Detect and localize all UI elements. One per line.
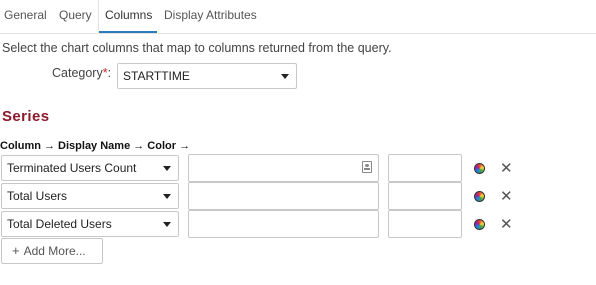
tab-bar: General Query Columns Display Attributes: [0, 0, 596, 34]
chevron-down-icon: [281, 74, 289, 79]
tab-columns[interactable]: Columns: [105, 8, 152, 22]
tab-divider: [98, 0, 99, 33]
series-heading: Series: [2, 108, 50, 125]
add-more-label: Add More...: [23, 244, 86, 258]
plus-icon: +: [12, 243, 20, 258]
active-tab-indicator: [99, 31, 157, 33]
display-name-input[interactable]: [188, 210, 379, 238]
category-select[interactable]: STARTTIME: [117, 63, 297, 89]
series-column-value: Total Users: [7, 189, 68, 203]
add-more-button[interactable]: + Add More...: [1, 238, 103, 264]
chevron-down-icon: [163, 166, 171, 171]
series-column-value: Terminated Users Count: [7, 161, 137, 175]
category-label-text: Category: [52, 66, 103, 80]
remove-row-icon[interactable]: ✕: [500, 217, 513, 232]
series-column-header: Column → Display Name → Color →: [0, 140, 191, 152]
remove-row-icon[interactable]: ✕: [500, 189, 513, 204]
tab-query[interactable]: Query: [59, 8, 92, 22]
series-column-select[interactable]: Terminated Users Count: [1, 155, 179, 181]
category-select-value: STARTTIME: [123, 69, 190, 83]
intro-text: Select the chart columns that map to col…: [2, 41, 392, 55]
display-name-input[interactable]: [188, 154, 379, 182]
color-picker-icon[interactable]: [474, 163, 485, 174]
contact-card-icon[interactable]: [362, 161, 372, 173]
series-column-value: Total Deleted Users: [7, 217, 112, 231]
remove-row-icon[interactable]: ✕: [500, 161, 513, 176]
color-input[interactable]: [388, 210, 462, 238]
tab-general[interactable]: General: [4, 8, 47, 22]
color-picker-icon[interactable]: [474, 191, 485, 202]
color-input[interactable]: [388, 182, 462, 210]
color-input[interactable]: [388, 154, 462, 182]
color-picker-icon[interactable]: [474, 219, 485, 230]
series-column-select[interactable]: Total Deleted Users: [1, 211, 179, 237]
tab-display-attributes[interactable]: Display Attributes: [164, 8, 257, 22]
display-name-input[interactable]: [188, 182, 379, 210]
series-column-select[interactable]: Total Users: [1, 183, 179, 209]
category-label-suffix: :: [107, 66, 112, 80]
category-label: Category*:: [52, 66, 111, 80]
chevron-down-icon: [163, 194, 171, 199]
chevron-down-icon: [163, 222, 171, 227]
